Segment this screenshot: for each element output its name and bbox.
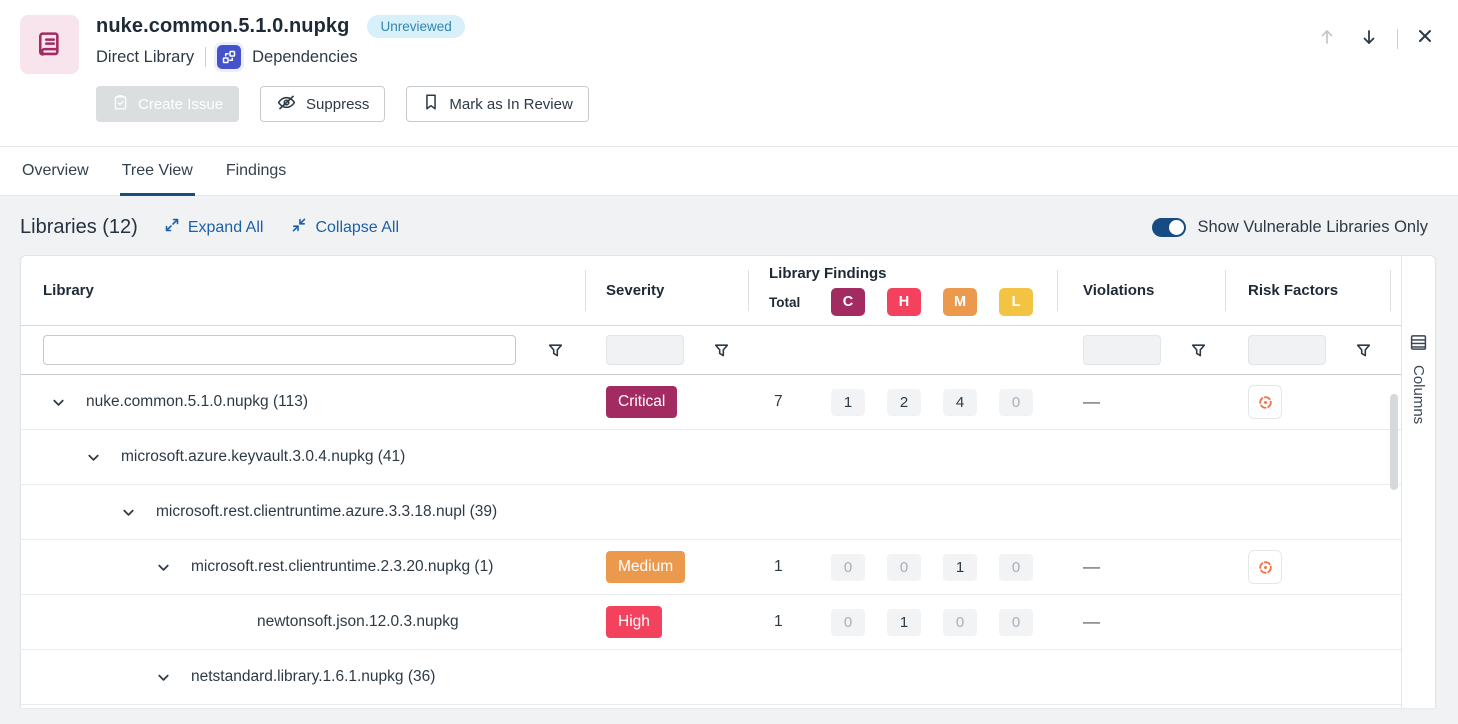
create-issue-button[interactable]: Create Issue xyxy=(96,86,239,122)
table-row: microsoft.rest.clientruntime.2.3.20.nupk… xyxy=(21,540,1401,595)
library-filter-funnel-icon[interactable] xyxy=(544,339,567,362)
library-name[interactable]: microsoft.azure.keyvault.3.0.4.nupkg (41… xyxy=(121,448,405,466)
tab-bar: Overview Tree View Findings xyxy=(0,146,1458,196)
columns-label: Columns xyxy=(1410,365,1427,424)
divider xyxy=(205,47,206,67)
divider xyxy=(1397,29,1398,49)
risk-filter-input xyxy=(1248,335,1326,365)
table-header: Library Severity Library Findings Total … xyxy=(21,256,1401,325)
column-header-severity[interactable]: Severity xyxy=(586,256,749,325)
expand-all-button[interactable]: Expand All xyxy=(164,217,264,238)
previous-arrow-up-icon[interactable] xyxy=(1313,23,1341,51)
vertical-scrollbar[interactable] xyxy=(1390,394,1398,490)
page-title: nuke.common.5.1.0.nupkg xyxy=(96,15,349,38)
expand-all-icon xyxy=(164,217,180,238)
violations-value: — xyxy=(1083,557,1100,577)
library-name[interactable]: newtonsoft.json.12.0.3.nupkg xyxy=(257,613,459,631)
dependencies-icon xyxy=(217,45,241,69)
library-name[interactable]: netstandard.library.1.6.1.nupkg (36) xyxy=(191,668,435,686)
findings-count-c: 0 xyxy=(831,554,865,581)
next-arrow-down-icon[interactable] xyxy=(1355,23,1383,51)
library-type-label: Direct Library xyxy=(96,48,194,67)
violations-filter-funnel-icon[interactable] xyxy=(1187,339,1210,362)
risk-factor-target-icon[interactable] xyxy=(1248,385,1282,419)
chevron-down-icon[interactable] xyxy=(51,395,66,410)
severity-filter-funnel-icon[interactable] xyxy=(710,339,733,362)
show-vulnerable-label: Show Vulnerable Libraries Only xyxy=(1197,218,1428,237)
library-book-icon xyxy=(20,15,79,74)
create-issue-icon xyxy=(112,94,129,115)
column-header-violations[interactable]: Violations xyxy=(1058,256,1226,325)
severity-chip-l[interactable]: L xyxy=(999,288,1033,316)
severity-chip-m[interactable]: M xyxy=(943,288,977,316)
findings-total: 7 xyxy=(769,393,831,411)
severity-filter-input xyxy=(606,335,684,365)
findings-count-m: 0 xyxy=(943,609,977,636)
severity-chip-h[interactable]: H xyxy=(887,288,921,316)
chevron-down-icon[interactable] xyxy=(86,450,101,465)
mark-in-review-button[interactable]: Mark as In Review xyxy=(406,86,588,122)
violations-value: — xyxy=(1083,612,1100,632)
findings-count-m: 1 xyxy=(943,554,977,581)
column-header-library-findings: Library Findings Total CHML xyxy=(749,256,1058,325)
severity-badge: Medium xyxy=(606,551,685,583)
collapse-all-icon xyxy=(291,217,307,238)
filter-row xyxy=(21,325,1401,375)
findings-total: 1 xyxy=(769,613,831,631)
library-name[interactable]: nuke.common.5.1.0.nupkg (113) xyxy=(86,393,308,411)
severity-chip-c[interactable]: C xyxy=(831,288,865,316)
tab-tree-view[interactable]: Tree View xyxy=(120,147,195,195)
bookmark-icon xyxy=(422,93,440,115)
columns-button[interactable]: Columns xyxy=(1401,256,1435,708)
chevron-down-icon[interactable] xyxy=(121,505,136,520)
violations-value: — xyxy=(1083,392,1100,412)
status-badge: Unreviewed xyxy=(367,15,464,38)
panel-header: nuke.common.5.1.0.nupkg Unreviewed Direc… xyxy=(0,0,1458,146)
table-row: microsoft.azure.keyvault.3.0.4.nupkg (41… xyxy=(21,430,1401,485)
library-name[interactable]: microsoft.rest.clientruntime.2.3.20.nupk… xyxy=(191,558,493,576)
severity-badge: Critical xyxy=(606,386,677,418)
close-icon[interactable] xyxy=(1412,23,1438,49)
collapse-all-button[interactable]: Collapse All xyxy=(291,217,399,238)
show-vulnerable-toggle[interactable] xyxy=(1152,218,1186,237)
eye-off-icon xyxy=(276,92,297,117)
tab-findings[interactable]: Findings xyxy=(224,147,288,195)
column-header-library[interactable]: Library xyxy=(21,256,586,325)
findings-total: 1 xyxy=(769,558,831,576)
libraries-table-card: Library Severity Library Findings Total … xyxy=(20,255,1436,708)
column-header-total: Total xyxy=(769,295,831,310)
findings-count-l: 0 xyxy=(999,389,1033,416)
table-row: netstandard.library.1.6.1.nupkg (36) xyxy=(21,650,1401,705)
column-header-risk-factors[interactable]: Risk Factors xyxy=(1226,256,1391,325)
library-name[interactable]: microsoft.rest.clientruntime.azure.3.3.1… xyxy=(156,503,497,521)
dependencies-label: Dependencies xyxy=(252,48,358,67)
risk-factor-target-icon[interactable] xyxy=(1248,550,1282,584)
chevron-down-icon[interactable] xyxy=(156,560,171,575)
findings-count-h: 2 xyxy=(887,389,921,416)
findings-count-l: 0 xyxy=(999,609,1033,636)
findings-count-h: 0 xyxy=(887,554,921,581)
findings-count-c: 0 xyxy=(831,609,865,636)
tab-overview[interactable]: Overview xyxy=(20,147,91,195)
findings-count-c: 1 xyxy=(831,389,865,416)
findings-count-l: 0 xyxy=(999,554,1033,581)
library-filter-input[interactable] xyxy=(43,335,516,365)
table-row: newtonsoft.json.12.0.3.nupkgHigh10100— xyxy=(21,595,1401,650)
findings-count-h: 1 xyxy=(887,609,921,636)
severity-badge: High xyxy=(606,606,662,638)
chevron-down-icon[interactable] xyxy=(156,670,171,685)
findings-count-m: 4 xyxy=(943,389,977,416)
libraries-toolbar: Libraries (12) Expand All Collapse All S… xyxy=(0,196,1458,239)
table-row: microsoft.rest.clientruntime.azure.3.3.1… xyxy=(21,485,1401,540)
columns-icon xyxy=(1410,334,1427,356)
libraries-count-title: Libraries (12) xyxy=(20,216,138,239)
tree-view-content: Libraries (12) Expand All Collapse All S… xyxy=(0,196,1458,724)
risk-filter-funnel-icon[interactable] xyxy=(1352,339,1375,362)
violations-filter-input xyxy=(1083,335,1161,365)
suppress-button[interactable]: Suppress xyxy=(260,86,385,122)
table-row: nuke.common.5.1.0.nupkg (113) Critical 712… xyxy=(21,375,1401,430)
